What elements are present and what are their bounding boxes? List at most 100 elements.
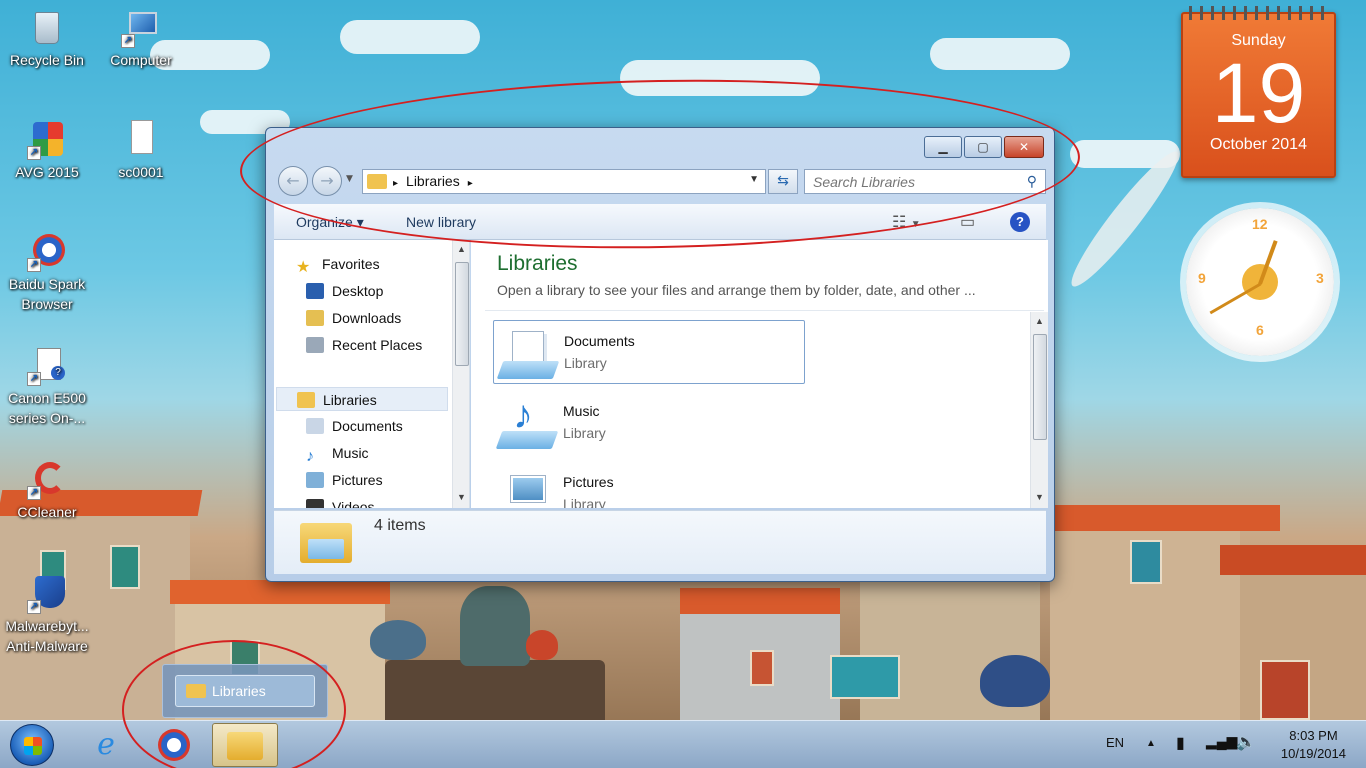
preview-item-libraries[interactable]: Libraries — [175, 675, 315, 707]
item-count: 4 items — [374, 517, 426, 534]
start-button[interactable] — [10, 724, 54, 766]
nav-videos[interactable]: Videos — [306, 495, 375, 508]
preview-label: Libraries — [212, 683, 266, 699]
desktop-icon-malwarebytes[interactable]: ↗ Malwarebyt... Anti-Malware — [0, 574, 94, 656]
organize-button[interactable]: Organize ▾ — [296, 214, 364, 231]
breadcrumb: ▸ Libraries ▸ — [393, 173, 473, 189]
nav-label: Music — [332, 445, 369, 461]
breadcrumb-separator[interactable]: ▸ — [468, 178, 473, 189]
library-item-documents[interactable]: Documents Library — [493, 320, 805, 384]
address-dropdown[interactable]: ▼ — [749, 174, 759, 185]
show-hidden-icons-button[interactable]: ▲ — [1146, 738, 1156, 749]
command-bar: Organize ▾ New library ☷ ▼ ▭ ? — [274, 204, 1046, 240]
documents-icon — [306, 418, 324, 434]
desktop-icon-canon[interactable]: ? ↗ Canon E500 series On-... — [0, 346, 94, 428]
breadcrumb-separator[interactable]: ▸ — [393, 178, 398, 189]
taskbar-date: 10/19/2014 — [1280, 746, 1346, 761]
calendar-gadget[interactable]: Sunday 19 October 2014 — [1181, 6, 1336, 178]
videos-icon — [306, 499, 324, 508]
malwarebytes-icon: ↗ — [27, 574, 67, 614]
nav-scroll-thumb[interactable] — [455, 262, 469, 366]
desktop-icon-label: Recycle Bin — [10, 52, 84, 68]
help-button[interactable]: ? — [1010, 212, 1030, 232]
pictures-library-icon — [499, 468, 555, 508]
nav-recent-places[interactable]: Recent Places — [306, 333, 422, 357]
breadcrumb-libraries[interactable]: Libraries — [406, 173, 460, 189]
arrow-left-icon: ← — [286, 171, 300, 190]
desktop-icon-recycle-bin[interactable]: Recycle Bin — [0, 8, 94, 70]
desktop-icon-ccleaner[interactable]: ↗ CCleaner — [0, 460, 94, 522]
nav-label: Recent Places — [332, 337, 423, 353]
page-title: Libraries — [497, 252, 578, 275]
taskbar-preview[interactable]: Libraries — [162, 664, 328, 718]
network-icon[interactable]: ▂▄▆ — [1206, 733, 1237, 750]
nav-music[interactable]: ♪ Music — [306, 441, 369, 465]
scroll-up-icon[interactable]: ▲ — [457, 244, 466, 254]
canon-manual-icon: ? ↗ — [27, 346, 67, 386]
address-bar[interactable]: ▸ Libraries ▸ ▼ — [362, 169, 766, 194]
nav-favorites[interactable]: ★ Favorites — [296, 252, 380, 276]
search-input[interactable] — [805, 170, 1005, 193]
fountain-base — [385, 660, 605, 720]
recent-pages-dropdown[interactable]: ▼ — [346, 174, 353, 184]
nav-documents[interactable]: Documents — [306, 414, 403, 438]
library-item-music[interactable]: ♪ Music Library — [493, 391, 805, 455]
navigation-bar: ← → ▼ ▸ Libraries ▸ ▼ ⇆ ⚲ — [276, 166, 1046, 196]
desktop-icon-label: CCleaner — [17, 504, 77, 520]
nav-desktop[interactable]: Desktop — [306, 279, 383, 303]
baidu-spark-icon — [158, 729, 190, 761]
nav-libraries[interactable]: Libraries — [276, 387, 448, 411]
calendar-day-number: 19 — [1211, 46, 1306, 140]
new-library-button[interactable]: New library — [406, 214, 476, 230]
bird — [370, 620, 426, 660]
scroll-up-icon[interactable]: ▲ — [1035, 316, 1044, 326]
change-view-button[interactable]: ☷ ▼ — [892, 212, 921, 232]
scroll-down-icon[interactable]: ▼ — [457, 492, 466, 502]
search-icon[interactable]: ⚲ — [1027, 173, 1037, 190]
window-controls: ▁ ▢ ✕ — [924, 136, 1044, 158]
nav-downloads[interactable]: Downloads — [306, 306, 401, 330]
calendar-rings — [1189, 6, 1328, 20]
desktop-icon-sc0001[interactable]: sc0001 — [94, 120, 188, 182]
computer-icon: ↗ — [121, 8, 161, 48]
content-scrollbar[interactable]: ▲ ▼ — [1030, 312, 1048, 508]
taskbar-baidu-spark[interactable] — [144, 723, 204, 767]
help-icon: ? — [1016, 214, 1024, 229]
clock-gadget[interactable]: 12 3 6 9 — [1186, 208, 1334, 356]
library-type: Library — [563, 425, 606, 441]
internet-explorer-icon: e — [97, 727, 115, 762]
volume-icon[interactable]: 🔈 — [1236, 732, 1256, 752]
desktop-icon-baidu-spark[interactable]: ↗ Baidu Spark Browser — [0, 232, 94, 314]
refresh-icon: ⇆ — [777, 173, 789, 189]
library-name: Pictures — [563, 474, 614, 490]
desktop-icon-avg[interactable]: ↗ AVG 2015 — [0, 120, 94, 182]
scroll-down-icon[interactable]: ▼ — [1035, 492, 1044, 502]
pictures-icon — [306, 472, 324, 488]
desktop-icon-label: Computer — [110, 52, 172, 68]
refresh-button[interactable]: ⇆ — [768, 169, 798, 194]
taskbar-internet-explorer[interactable]: e — [76, 723, 136, 767]
taskbar-windows-explorer[interactable] — [212, 723, 278, 767]
maximize-button[interactable]: ▢ — [964, 136, 1002, 158]
desktop-icon-computer[interactable]: ↗ Computer — [94, 8, 188, 70]
cloud — [930, 38, 1070, 70]
nav-pictures[interactable]: Pictures — [306, 468, 383, 492]
minimize-button[interactable]: ▁ — [924, 136, 962, 158]
back-button[interactable]: ← — [278, 166, 308, 196]
chevron-up-icon: ▲ — [1146, 738, 1156, 749]
explorer-window[interactable]: ▁ ▢ ✕ ← → ▼ ▸ Libraries ▸ ▼ ⇆ ⚲ Organize ▾… — [265, 127, 1055, 582]
taskbar-clock[interactable]: 8:03 PM 10/19/2014 — [1281, 727, 1346, 763]
nav-scrollbar[interactable]: ▲ ▼ — [452, 240, 469, 508]
close-button[interactable]: ✕ — [1004, 136, 1044, 158]
chevron-down-icon: ▼ — [346, 174, 353, 184]
language-indicator[interactable]: EN — [1106, 735, 1124, 750]
libraries-icon — [297, 392, 315, 408]
fountain-top — [460, 586, 530, 666]
battery-icon[interactable]: ▮ — [1176, 733, 1185, 753]
preview-pane-button[interactable]: ▭ — [960, 212, 975, 232]
library-item-pictures[interactable]: Pictures Library — [493, 462, 805, 508]
star-icon: ★ — [296, 259, 311, 276]
library-type: Library — [564, 355, 607, 371]
content-scroll-thumb[interactable] — [1033, 334, 1047, 440]
forward-button[interactable]: → — [312, 166, 342, 196]
